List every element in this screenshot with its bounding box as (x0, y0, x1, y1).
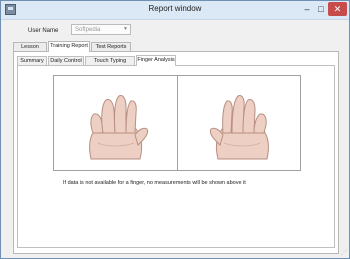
hands-display (53, 75, 301, 171)
tab-lesson-report[interactable]: Lesson Report (13, 42, 47, 59)
minimize-button[interactable]: – (301, 2, 313, 16)
close-button[interactable]: ✕ (328, 2, 347, 16)
user-name-label: User Name (28, 28, 59, 34)
chevron-down-icon[interactable]: ▼ (123, 26, 128, 32)
right-hand-icon (209, 95, 269, 160)
tab-test-reports[interactable]: Test Reports (91, 42, 131, 51)
user-name-value: Softpedia (75, 27, 101, 33)
window-title: Report window (148, 4, 202, 13)
left-hand-icon (89, 95, 149, 160)
tab-training-report[interactable]: Training Report (48, 41, 90, 52)
title-bar[interactable]: Report window – □ ✕ (1, 1, 349, 20)
tab-finger-analysis[interactable]: Finger Analysis (136, 55, 176, 66)
finger-data-note: If data is not available for a finger, n… (63, 180, 246, 186)
resize-grip-icon[interactable]: ⋰ (341, 249, 347, 256)
tab-daily-control[interactable]: Daily Control (48, 56, 84, 65)
maximize-button[interactable]: □ (315, 2, 327, 16)
user-name-select[interactable]: Softpedia ▼ (71, 24, 131, 35)
hands-divider (177, 76, 178, 170)
report-window: Report window – □ ✕ User Name Softpedia … (0, 0, 350, 259)
tab-touch-typing-analysis[interactable]: Touch Typing Analysis (85, 56, 135, 73)
tab-summary[interactable]: Summary (17, 56, 47, 65)
